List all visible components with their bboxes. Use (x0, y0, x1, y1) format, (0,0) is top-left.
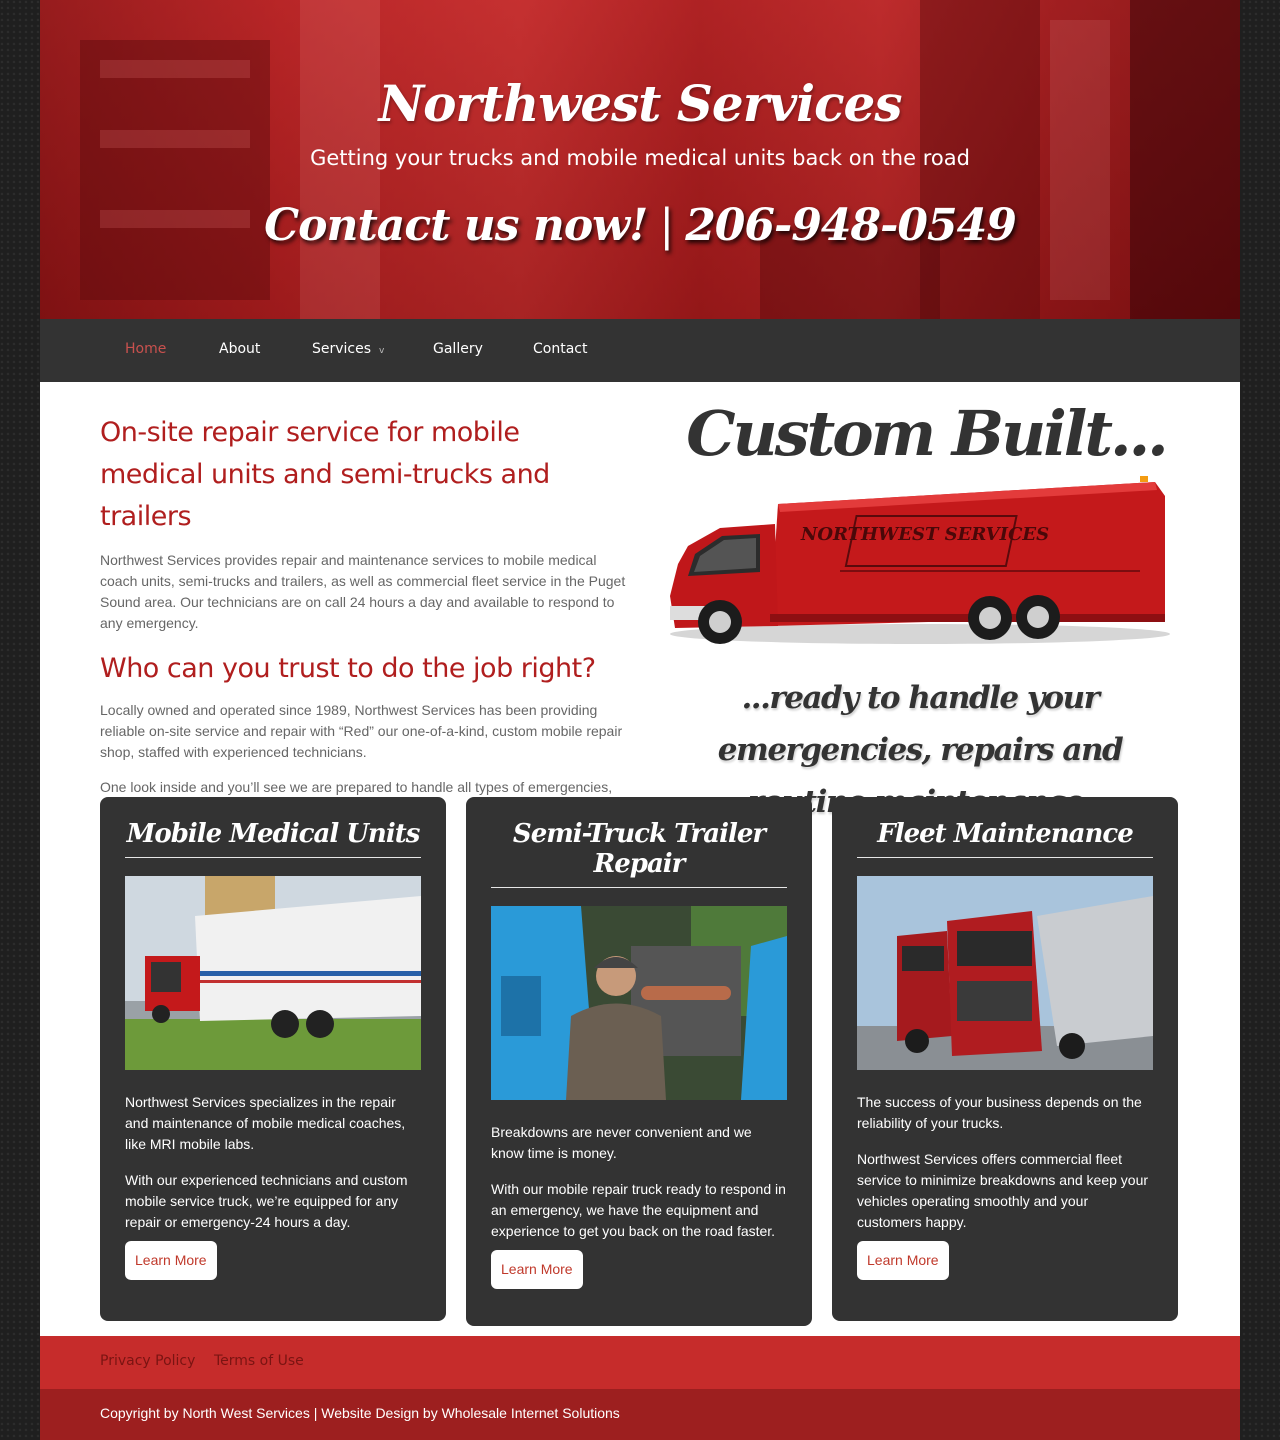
learn-more-button[interactable]: Learn More (125, 1241, 217, 1280)
intro-heading: On-site repair service for mobile medica… (100, 417, 550, 532)
card-text: Breakdowns are never convenient and we k… (491, 1124, 752, 1161)
header-banner: Northwest Services Getting your trucks a… (40, 0, 1240, 319)
mobile-medical-photo (125, 876, 421, 1070)
chevron-down-icon: v (379, 346, 385, 356)
nav-item-gallery[interactable]: Gallery (433, 341, 483, 357)
card-title: Semi-Truck Trailer Repair (491, 819, 787, 888)
site-tagline: Getting your trucks and mobile medical u… (310, 146, 970, 170)
site-title[interactable]: Northwest Services (40, 74, 1240, 133)
contact-label: Contact us now! (264, 200, 648, 251)
trust-paragraph: Locally owned and operated since 1989, N… (100, 702, 623, 760)
footer-link-privacy[interactable]: Privacy Policy (100, 1353, 195, 1369)
semi-truck-repair-photo (491, 906, 787, 1100)
intro-section: On-site repair service for mobile medica… (100, 412, 630, 819)
card-fleet: Fleet Maintenance The success of your bu… (832, 797, 1178, 1321)
card-text: Northwest Services offers commercial fle… (857, 1151, 1149, 1230)
learn-more-button[interactable]: Learn More (857, 1241, 949, 1280)
footer-link-terms[interactable]: Terms of Use (214, 1353, 304, 1369)
promo-section: Custom Built... NORTHWEST SERVICES ...re… (660, 392, 1180, 828)
contact-separator: | (659, 200, 674, 251)
card-semi-truck: Semi-Truck Trailer Repair Breakdowns are… (466, 797, 812, 1326)
nav-item-services-label: Services (312, 341, 372, 357)
fleet-trucks-photo (857, 876, 1153, 1070)
contact-line: Contact us now! | 206-948-0549 (40, 200, 1240, 251)
phone-number[interactable]: 206-948-0549 (685, 200, 1017, 251)
nav-item-about[interactable]: About (219, 341, 260, 357)
card-text: Northwest Services specializes in the re… (125, 1094, 406, 1152)
card-text: The success of your business depends on … (857, 1094, 1142, 1131)
intro-paragraph: Northwest Services provides repair and m… (100, 552, 626, 631)
footer-links-bar: Privacy Policy Terms of Use (40, 1336, 1240, 1389)
learn-more-button[interactable]: Learn More (491, 1250, 583, 1289)
repair-truck-image: NORTHWEST SERVICES (660, 476, 1180, 656)
nav-item-contact[interactable]: Contact (533, 341, 587, 357)
custom-built-heading: Custom Built... (686, 397, 1169, 470)
trust-heading: Who can you trust to do the job right? (100, 653, 596, 684)
card-title: Fleet Maintenance (857, 819, 1153, 858)
card-mobile-medical: Mobile Medical Units Northwest Services … (100, 797, 446, 1321)
copyright-text: Copyright by North West Services | Websi… (100, 1405, 620, 1421)
card-text: With our experienced technicians and cus… (125, 1172, 408, 1230)
truck-lettering: NORTHWEST SERVICES (800, 524, 1049, 545)
footer-copyright-bar: Copyright by North West Services | Websi… (40, 1389, 1240, 1440)
nav-item-home[interactable]: Home (125, 341, 166, 357)
card-text: With our mobile repair truck ready to re… (491, 1181, 786, 1239)
page: Northwest Services Getting your trucks a… (40, 0, 1240, 1440)
nav-item-services[interactable]: Services v (312, 341, 384, 357)
main-nav: Home About Services v Gallery Contact (40, 319, 1240, 382)
card-title: Mobile Medical Units (125, 819, 421, 858)
